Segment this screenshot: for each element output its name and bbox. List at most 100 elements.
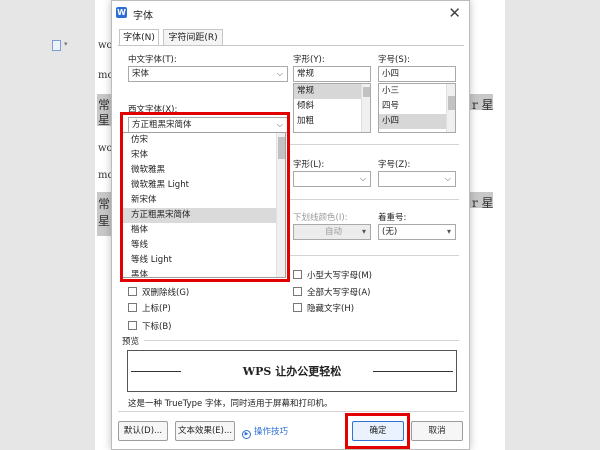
font-option[interactable]: 新宋体 [123, 193, 285, 208]
size-mid-select[interactable]: ⌵ [378, 171, 456, 187]
style-label: 字形(Y): [293, 55, 325, 65]
tips-link[interactable]: ▶ 操作技巧 [242, 425, 288, 439]
size-list[interactable]: 小三 四号 小四 [378, 83, 456, 133]
play-circle-icon: ▶ [242, 430, 251, 439]
ok-button[interactable]: 确定 [352, 421, 404, 441]
checkbox-small-caps[interactable]: 小型大写字母(M) [293, 269, 372, 281]
underline-color-select[interactable]: 自动 ▾ [293, 224, 371, 240]
emphasis-label: 着重号: [378, 213, 407, 223]
chevron-down-icon: ▾ [361, 227, 366, 236]
western-font-select[interactable]: 方正粗黑宋简体 ⌵ [128, 117, 288, 133]
section-divider [118, 411, 464, 412]
chinese-font-value: 宋体 [132, 69, 150, 79]
font-option[interactable]: 微软雅黑 [123, 163, 285, 178]
scroll-thumb[interactable] [363, 87, 370, 97]
list-item[interactable]: 倾斜 [294, 99, 370, 114]
chevron-down-icon: ⌵ [444, 174, 451, 183]
chevron-down-icon: ⌵ [276, 69, 283, 78]
preview-label: 预览 [122, 337, 140, 347]
doc-icon [52, 40, 61, 51]
truetype-note: 这是一种 TrueType 字体，同时适用于屏幕和打印机。 [128, 399, 333, 409]
font-dialog: W 字体 ✕ 字体(N) 字符间距(R) 中文字体(T): 宋体 ⌵ 字形(Y)… [111, 0, 470, 450]
checkbox-box[interactable] [293, 303, 302, 312]
section-divider [144, 340, 459, 341]
checkbox-box[interactable] [293, 287, 302, 296]
preview-box: WPS 让办公更轻松 [127, 350, 457, 392]
section-divider [287, 255, 459, 256]
scrollbar[interactable] [361, 84, 370, 132]
font-option[interactable]: 仿宋 [123, 133, 285, 148]
checkbox-box[interactable] [128, 287, 137, 296]
underline-color-value: 自动 [324, 227, 342, 237]
default-button[interactable]: 默认(D)... [118, 421, 168, 441]
style-mid-label: 字形(L): [293, 160, 325, 170]
font-option-selected[interactable]: 方正粗黑宋简体 [123, 208, 285, 223]
doc-text: 常 [98, 197, 111, 211]
checkbox-label: 下标(B) [142, 322, 172, 332]
wps-logo-icon: W [116, 7, 127, 18]
checkbox-label: 上标(P) [142, 304, 171, 314]
underline-color-label: 下划线颜色(I): [293, 213, 348, 223]
western-font-value: 方正粗黑宋简体 [132, 120, 192, 130]
scroll-thumb[interactable] [448, 96, 455, 110]
section-divider [287, 199, 459, 200]
checkbox-box[interactable] [128, 321, 137, 330]
doc-text: r 星 [472, 196, 494, 210]
checkbox-subscript[interactable]: 下标(B) [128, 320, 171, 332]
dialog-titlebar: W 字体 ✕ [112, 1, 469, 25]
close-icon[interactable]: ✕ [448, 4, 461, 22]
checkbox-label: 全部大写字母(A) [307, 288, 371, 298]
checkbox-box[interactable] [128, 303, 137, 312]
text-effect-button[interactable]: 文本效果(E)... [175, 421, 235, 441]
style-input[interactable]: 常规 [293, 66, 371, 82]
checkbox-label: 小型大写字母(M) [307, 271, 372, 281]
checkbox-hidden-text[interactable]: 隐藏文字(H) [293, 302, 354, 314]
doc-text: r 星 [472, 98, 494, 112]
chevron-down-icon: ⌵ [276, 120, 283, 129]
scrollbar[interactable] [276, 133, 285, 277]
font-option[interactable]: 等线 Light [123, 253, 285, 268]
size-label: 字号(S): [378, 55, 410, 65]
checkbox-all-caps[interactable]: 全部大写字母(A) [293, 286, 370, 298]
scrollbar[interactable] [446, 84, 455, 132]
doc-text: 星 [98, 113, 111, 127]
list-item[interactable]: 常规 [294, 84, 370, 99]
checkbox-box[interactable] [293, 270, 302, 279]
western-font-label: 西文字体(X): [128, 105, 178, 115]
tab-divider [118, 45, 464, 46]
tab-font[interactable]: 字体(N) [119, 29, 159, 46]
chevron-down-icon: ⌵ [359, 174, 366, 183]
list-item[interactable]: 加粗 [294, 114, 370, 129]
scroll-thumb[interactable] [278, 137, 285, 159]
style-mid-select[interactable]: ⌵ [293, 171, 371, 187]
font-option[interactable]: 等线 [123, 238, 285, 253]
font-option[interactable]: 楷体 [123, 223, 285, 238]
font-option[interactable]: 微软雅黑 Light [123, 178, 285, 193]
font-option[interactable]: 黑体 [123, 268, 285, 277]
cancel-button[interactable]: 取消 [411, 421, 463, 441]
dialog-title: 字体 [133, 11, 153, 22]
checkbox-label: 隐藏文字(H) [307, 304, 355, 314]
tips-label: 操作技巧 [254, 427, 289, 437]
chinese-font-select[interactable]: 宋体 ⌵ [128, 66, 288, 82]
size-mid-label: 字号(Z): [378, 160, 411, 170]
preview-text: WPS 让办公更轻松 [242, 365, 342, 378]
emphasis-select[interactable]: (无) ▾ [378, 224, 456, 240]
list-item[interactable]: 小四 [379, 114, 455, 129]
chevron-down-icon: ▾ [64, 40, 68, 48]
list-item[interactable]: 小三 [379, 84, 455, 99]
chevron-down-icon: ▾ [446, 227, 451, 236]
checkbox-superscript[interactable]: 上标(P) [128, 302, 171, 314]
checkbox-double-strikethrough[interactable]: 双删除线(G) [128, 286, 189, 298]
checkbox-label: 双删除线(G) [142, 288, 190, 298]
list-item[interactable]: 四号 [379, 99, 455, 114]
western-font-dropdown[interactable]: 仿宋 宋体 微软雅黑 微软雅黑 Light 新宋体 方正粗黑宋简体 楷体 等线 … [122, 132, 286, 278]
style-list[interactable]: 常规 倾斜 加粗 [293, 83, 371, 133]
section-divider [287, 144, 459, 145]
size-input[interactable]: 小四 [378, 66, 456, 82]
tab-char-spacing[interactable]: 字符间距(R) [163, 29, 223, 46]
chinese-font-label: 中文字体(T): [128, 55, 177, 65]
font-option[interactable]: 宋体 [123, 148, 285, 163]
emphasis-value: (无) [382, 227, 398, 237]
doc-text: 星 [98, 214, 111, 228]
